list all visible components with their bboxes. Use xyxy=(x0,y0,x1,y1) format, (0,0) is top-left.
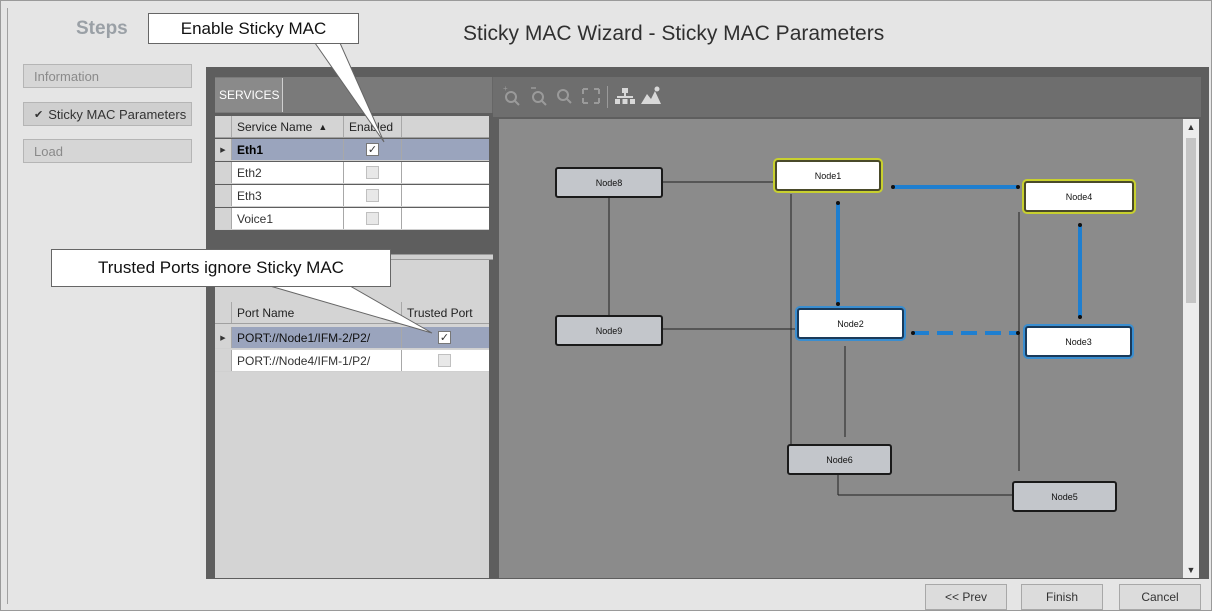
port-name-cell: PORT://Node1/IFM-2/P2/ xyxy=(232,327,402,348)
row-header-corner xyxy=(215,302,232,323)
enabled-checkbox[interactable] xyxy=(366,189,379,202)
callout-trusted-ports: Trusted Ports ignore Sticky MAC xyxy=(51,249,391,287)
step-label: Load xyxy=(34,143,63,159)
row-header xyxy=(215,162,232,183)
cancel-button[interactable]: Cancel xyxy=(1119,584,1201,610)
enabled-checkbox[interactable]: ✓ xyxy=(366,143,379,156)
table-row[interactable]: PORT://Node4/IFM-1/P2/ xyxy=(215,350,489,372)
row-header xyxy=(215,350,232,371)
node-3[interactable]: Node3 xyxy=(1025,326,1132,357)
step-load[interactable]: Load xyxy=(23,139,192,163)
left-divider xyxy=(7,8,8,604)
enabled-cell xyxy=(344,185,402,206)
steps-heading: Steps xyxy=(76,18,128,39)
column-label: Service Name xyxy=(237,119,313,134)
service-name-cell: Eth1 xyxy=(232,139,344,160)
column-service-name[interactable]: Service Name ▲ xyxy=(232,116,344,137)
trusted-cell: ✓ xyxy=(402,327,487,348)
scroll-down-icon[interactable]: ▼ xyxy=(1183,562,1199,578)
row-header xyxy=(215,208,232,229)
step-information[interactable]: Information xyxy=(23,64,192,88)
column-label: Enabled xyxy=(349,119,394,134)
fit-screen-icon[interactable] xyxy=(581,85,601,112)
prev-button[interactable]: << Prev xyxy=(925,584,1007,610)
column-enabled[interactable]: Enabled xyxy=(344,116,402,137)
svg-text:+: + xyxy=(503,85,508,93)
toolbar-divider xyxy=(607,86,608,108)
service-name-cell: Eth3 xyxy=(232,185,344,206)
row-header xyxy=(215,185,232,206)
node-1[interactable]: Node1 xyxy=(775,160,881,191)
finish-button[interactable]: Finish xyxy=(1021,584,1103,610)
current-row-icon: ▶ xyxy=(215,327,232,348)
callout-enable-sticky-mac: Enable Sticky MAC xyxy=(148,13,359,44)
service-name-cell: Voice1 xyxy=(232,208,344,229)
enabled-cell xyxy=(344,162,402,183)
trusted-checkbox[interactable]: ✓ xyxy=(438,331,451,344)
node-9[interactable]: Node9 xyxy=(555,315,663,346)
node-6[interactable]: Node6 xyxy=(787,444,892,475)
enabled-cell: ✓ xyxy=(344,139,402,160)
zoom-out-icon[interactable] xyxy=(530,85,550,112)
topology-toolbar: + xyxy=(493,77,1201,117)
node-5[interactable]: Node5 xyxy=(1012,481,1117,512)
table-row[interactable]: Voice1 xyxy=(215,208,489,230)
column-trusted-port[interactable]: Trusted Port xyxy=(402,302,487,323)
step-label: Sticky MAC Parameters xyxy=(48,106,187,122)
step-label: Information xyxy=(34,68,100,84)
image-export-icon[interactable] xyxy=(640,85,662,112)
hierarchy-layout-icon[interactable] xyxy=(614,85,636,112)
zoom-in-icon[interactable]: + xyxy=(503,84,523,112)
scroll-thumb[interactable] xyxy=(1186,138,1196,303)
service-name-cell: Eth2 xyxy=(232,162,344,183)
port-name-cell: PORT://Node4/IFM-1/P2/ xyxy=(232,350,402,371)
node-4[interactable]: Node4 xyxy=(1024,181,1134,212)
step-sticky-mac-parameters[interactable]: ✔ Sticky MAC Parameters xyxy=(23,102,192,126)
trusted-cell xyxy=(402,350,487,371)
services-grid-header: Service Name ▲ Enabled xyxy=(215,116,489,138)
vertical-scrollbar[interactable]: ▲ ▼ xyxy=(1183,119,1199,578)
page-title: Sticky MAC Wizard - Sticky MAC Parameter… xyxy=(463,22,885,45)
trusted-checkbox[interactable] xyxy=(438,354,451,367)
enabled-cell xyxy=(344,208,402,229)
table-row[interactable]: ▶ Eth1 ✓ xyxy=(215,139,489,161)
column-label: Port Name xyxy=(237,305,295,320)
table-row[interactable]: Eth2 xyxy=(215,162,489,184)
column-port-name[interactable]: Port Name xyxy=(232,302,402,323)
enabled-checkbox[interactable] xyxy=(366,166,379,179)
tab-services[interactable]: SERVICES xyxy=(215,78,283,112)
checkmark-icon: ✔ xyxy=(34,108,44,121)
sort-ascending-icon: ▲ xyxy=(318,121,328,132)
node-8[interactable]: Node8 xyxy=(555,167,663,198)
ports-grid-header: Port Name Trusted Port xyxy=(215,302,489,324)
enabled-checkbox[interactable] xyxy=(366,212,379,225)
scroll-up-icon[interactable]: ▲ xyxy=(1183,119,1199,135)
row-header-corner xyxy=(215,116,232,137)
zoom-search-icon[interactable] xyxy=(555,85,575,112)
column-label: Trusted Port xyxy=(407,305,473,320)
node-2[interactable]: Node2 xyxy=(797,308,904,339)
table-row[interactable]: Eth3 xyxy=(215,185,489,207)
table-row[interactable]: ▶ PORT://Node1/IFM-2/P2/ ✓ xyxy=(215,327,489,349)
current-row-icon: ▶ xyxy=(215,139,232,160)
